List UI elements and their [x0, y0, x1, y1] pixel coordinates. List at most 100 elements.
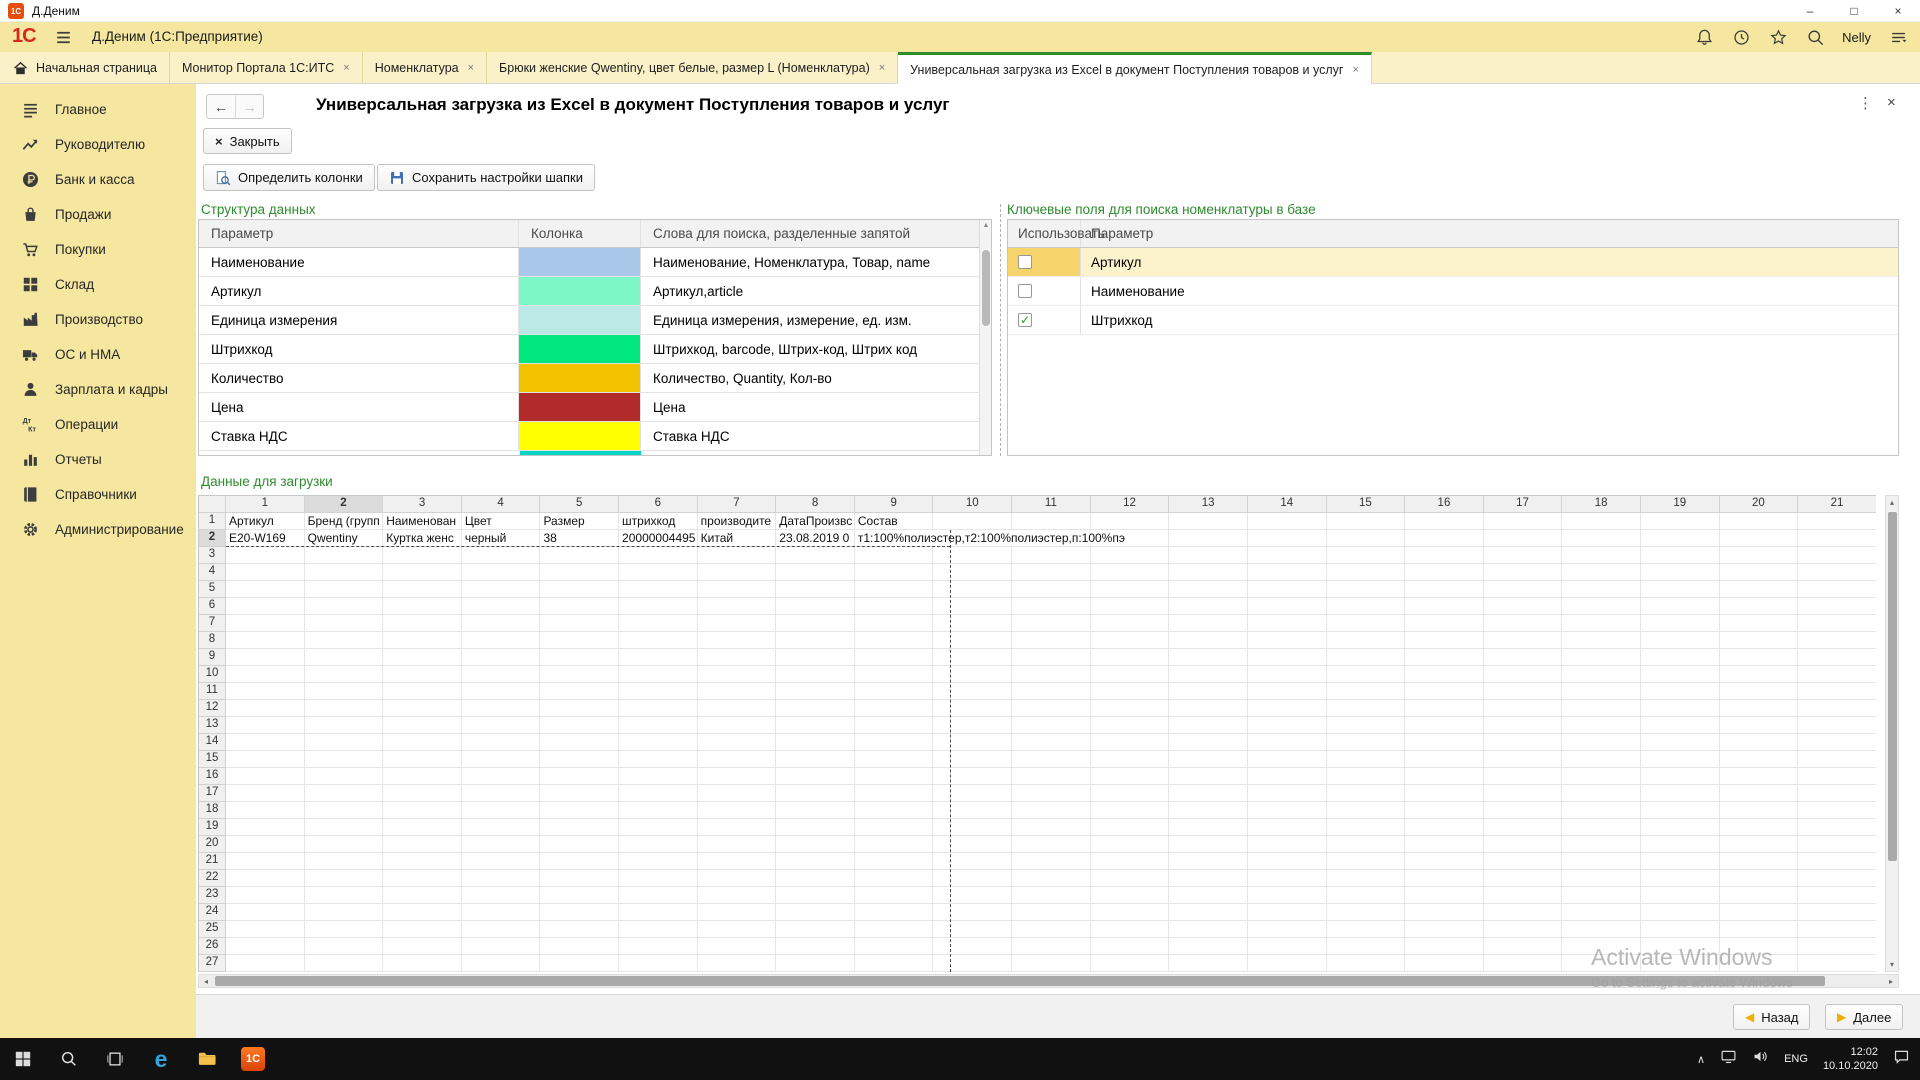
- grid-cell[interactable]: [698, 717, 777, 734]
- grid-cell[interactable]: [305, 819, 384, 836]
- grid-cell[interactable]: [305, 785, 384, 802]
- grid-cell[interactable]: [226, 564, 305, 581]
- grid-cell[interactable]: [1248, 887, 1327, 904]
- user-menu-icon[interactable]: [1888, 27, 1908, 47]
- grid-row-header[interactable]: 4: [199, 564, 226, 581]
- grid-cell[interactable]: [1798, 683, 1876, 700]
- grid-cell[interactable]: [226, 700, 305, 717]
- grid-cell[interactable]: [933, 666, 1012, 683]
- grid-cell[interactable]: [1484, 683, 1563, 700]
- grid-cell[interactable]: [1562, 649, 1641, 666]
- grid-cell[interactable]: [698, 734, 777, 751]
- grid-cell[interactable]: [698, 802, 777, 819]
- grid-cell[interactable]: [540, 785, 619, 802]
- grid-cell[interactable]: [1405, 853, 1484, 870]
- grid-cell[interactable]: [226, 785, 305, 802]
- grid-cell[interactable]: [226, 649, 305, 666]
- grid-cell[interactable]: [226, 938, 305, 955]
- grid-cell[interactable]: [1720, 632, 1799, 649]
- grid-row-header[interactable]: 16: [199, 768, 226, 785]
- grid-cell[interactable]: [1641, 632, 1720, 649]
- grid-row-header[interactable]: 19: [199, 819, 226, 836]
- grid-cell[interactable]: [383, 683, 462, 700]
- grid-cell[interactable]: [540, 700, 619, 717]
- network-icon[interactable]: [1720, 1048, 1737, 1070]
- grid-cell[interactable]: [462, 802, 541, 819]
- grid-cell[interactable]: [1248, 598, 1327, 615]
- grid-cell[interactable]: [1327, 904, 1406, 921]
- grid-cell[interactable]: [1720, 598, 1799, 615]
- grid-cell[interactable]: [1327, 666, 1406, 683]
- grid-cell[interactable]: [383, 598, 462, 615]
- grid-cell[interactable]: [855, 836, 934, 853]
- grid-cell[interactable]: E20-W169: [226, 530, 305, 547]
- tray-expand-icon[interactable]: ∧: [1697, 1053, 1705, 1066]
- grid-cell[interactable]: [462, 564, 541, 581]
- grid-cell[interactable]: [462, 921, 541, 938]
- grid-cell[interactable]: [1091, 921, 1170, 938]
- grid-cell[interactable]: [540, 547, 619, 564]
- grid-cell[interactable]: [462, 768, 541, 785]
- grid-cell[interactable]: [1641, 564, 1720, 581]
- grid-cell[interactable]: [855, 870, 934, 887]
- grid-cell[interactable]: [1641, 513, 1720, 530]
- scroll-right-icon[interactable]: ▸: [1884, 975, 1898, 987]
- grid-cell[interactable]: [1012, 547, 1091, 564]
- grid-cell[interactable]: [1641, 836, 1720, 853]
- grid-cell[interactable]: [1562, 853, 1641, 870]
- grid-cell[interactable]: [305, 717, 384, 734]
- grid-cell[interactable]: [1641, 802, 1720, 819]
- grid-cell[interactable]: [540, 649, 619, 666]
- grid-cell[interactable]: [933, 700, 1012, 717]
- grid-cell[interactable]: [1405, 904, 1484, 921]
- grid-cell[interactable]: [698, 615, 777, 632]
- grid-cell[interactable]: [1720, 819, 1799, 836]
- grid-cell[interactable]: [1798, 632, 1876, 649]
- grid-cell[interactable]: [1641, 717, 1720, 734]
- grid-cell[interactable]: [1012, 921, 1091, 938]
- grid-cell[interactable]: [1405, 581, 1484, 598]
- grid-cell[interactable]: [1327, 955, 1406, 972]
- grid-cell[interactable]: [1169, 887, 1248, 904]
- grid-cell[interactable]: [383, 717, 462, 734]
- grid-cell[interactable]: [1327, 632, 1406, 649]
- grid-row-header[interactable]: 11: [199, 683, 226, 700]
- grid-cell[interactable]: [1484, 547, 1563, 564]
- grid-cell[interactable]: [619, 751, 698, 768]
- grid-cell[interactable]: [1484, 938, 1563, 955]
- column-color-cell[interactable]: [519, 248, 641, 276]
- sidebar-item-main[interactable]: Главное: [0, 92, 196, 127]
- grid-cell[interactable]: [305, 564, 384, 581]
- grid-cell[interactable]: [619, 870, 698, 887]
- grid-cell[interactable]: [462, 615, 541, 632]
- grid-cell[interactable]: [1091, 870, 1170, 887]
- grid-row-header[interactable]: 12: [199, 700, 226, 717]
- grid-cell[interactable]: [855, 802, 934, 819]
- grid-col-header[interactable]: 18: [1562, 496, 1641, 513]
- grid-cell[interactable]: [1798, 785, 1876, 802]
- column-color-cell[interactable]: [519, 335, 641, 363]
- grid-cell[interactable]: [698, 921, 777, 938]
- grid-cell[interactable]: [1405, 955, 1484, 972]
- grid-cell[interactable]: [462, 649, 541, 666]
- grid-cell[interactable]: [1405, 700, 1484, 717]
- grid-cell[interactable]: [933, 853, 1012, 870]
- grid-cell[interactable]: [855, 717, 934, 734]
- grid-col-header[interactable]: 11: [1012, 496, 1091, 513]
- grid-cell[interactable]: [1091, 819, 1170, 836]
- grid-cell[interactable]: [1327, 598, 1406, 615]
- grid-cell[interactable]: штрихкод: [619, 513, 698, 530]
- grid-cell[interactable]: [540, 836, 619, 853]
- grid-cell[interactable]: [698, 666, 777, 683]
- structure-row[interactable]: КоличествоКоличество, Quantity, Кол-во: [199, 364, 991, 393]
- grid-cell[interactable]: [1798, 853, 1876, 870]
- grid-cell[interactable]: [1484, 853, 1563, 870]
- grid-cell[interactable]: [855, 768, 934, 785]
- grid-col-header[interactable]: 5: [540, 496, 619, 513]
- grid-cell[interactable]: [698, 904, 777, 921]
- grid-cell[interactable]: [540, 938, 619, 955]
- grid-cell[interactable]: [226, 853, 305, 870]
- grid-cell[interactable]: [462, 751, 541, 768]
- grid-cell[interactable]: [1012, 632, 1091, 649]
- grid-cell[interactable]: [1012, 615, 1091, 632]
